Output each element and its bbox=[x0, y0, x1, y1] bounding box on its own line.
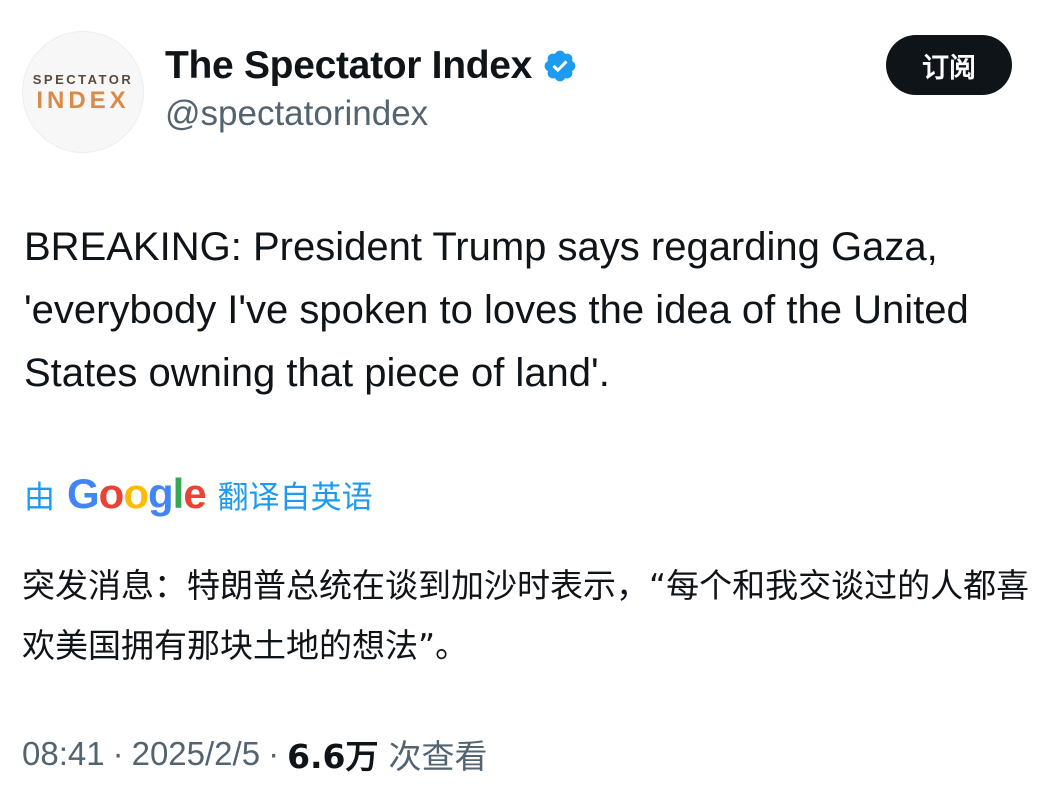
translated-tweet-text: 突发消息：特朗普总统在谈到加沙时表示，“每个和我交谈过的人都喜欢美国拥有那块土地… bbox=[22, 566, 1030, 665]
google-logo: Google bbox=[67, 470, 207, 517]
views-label: 次查看 bbox=[388, 737, 488, 776]
avatar-logo-bottom: INDEX bbox=[36, 86, 130, 114]
translation-attribution[interactable]: 由 Google 翻译自英语 bbox=[24, 468, 373, 520]
translated-from-label: 翻译自英语 bbox=[217, 479, 373, 516]
view-count[interactable]: 6.6万 bbox=[287, 730, 378, 778]
verified-badge-icon bbox=[542, 48, 578, 84]
meta-separator: · bbox=[112, 735, 124, 772]
tweet-text: BREAKING: President Trump says regarding… bbox=[24, 225, 969, 395]
avatar[interactable]: SPECTATOR INDEX bbox=[22, 31, 144, 153]
account-handle[interactable]: @spectatorindex bbox=[165, 94, 428, 134]
display-name[interactable]: The Spectator Index bbox=[165, 44, 532, 88]
tweet-page: SPECTATOR INDEX The Spectator Index @spe… bbox=[0, 0, 1052, 800]
tweet-time[interactable]: 08:41 bbox=[22, 735, 105, 773]
subscribe-button[interactable]: 订阅 bbox=[886, 35, 1012, 95]
meta-separator: · bbox=[268, 735, 280, 772]
tweet-meta: 08:41 · 2025/2/5 · 6.6万 次查看 bbox=[22, 728, 488, 780]
avatar-logo-top: SPECTATOR bbox=[32, 71, 134, 87]
author-name-row: The Spectator Index bbox=[165, 40, 578, 92]
translated-by-label: 由 bbox=[24, 479, 55, 516]
tweet-date[interactable]: 2025/2/5 bbox=[132, 735, 260, 773]
